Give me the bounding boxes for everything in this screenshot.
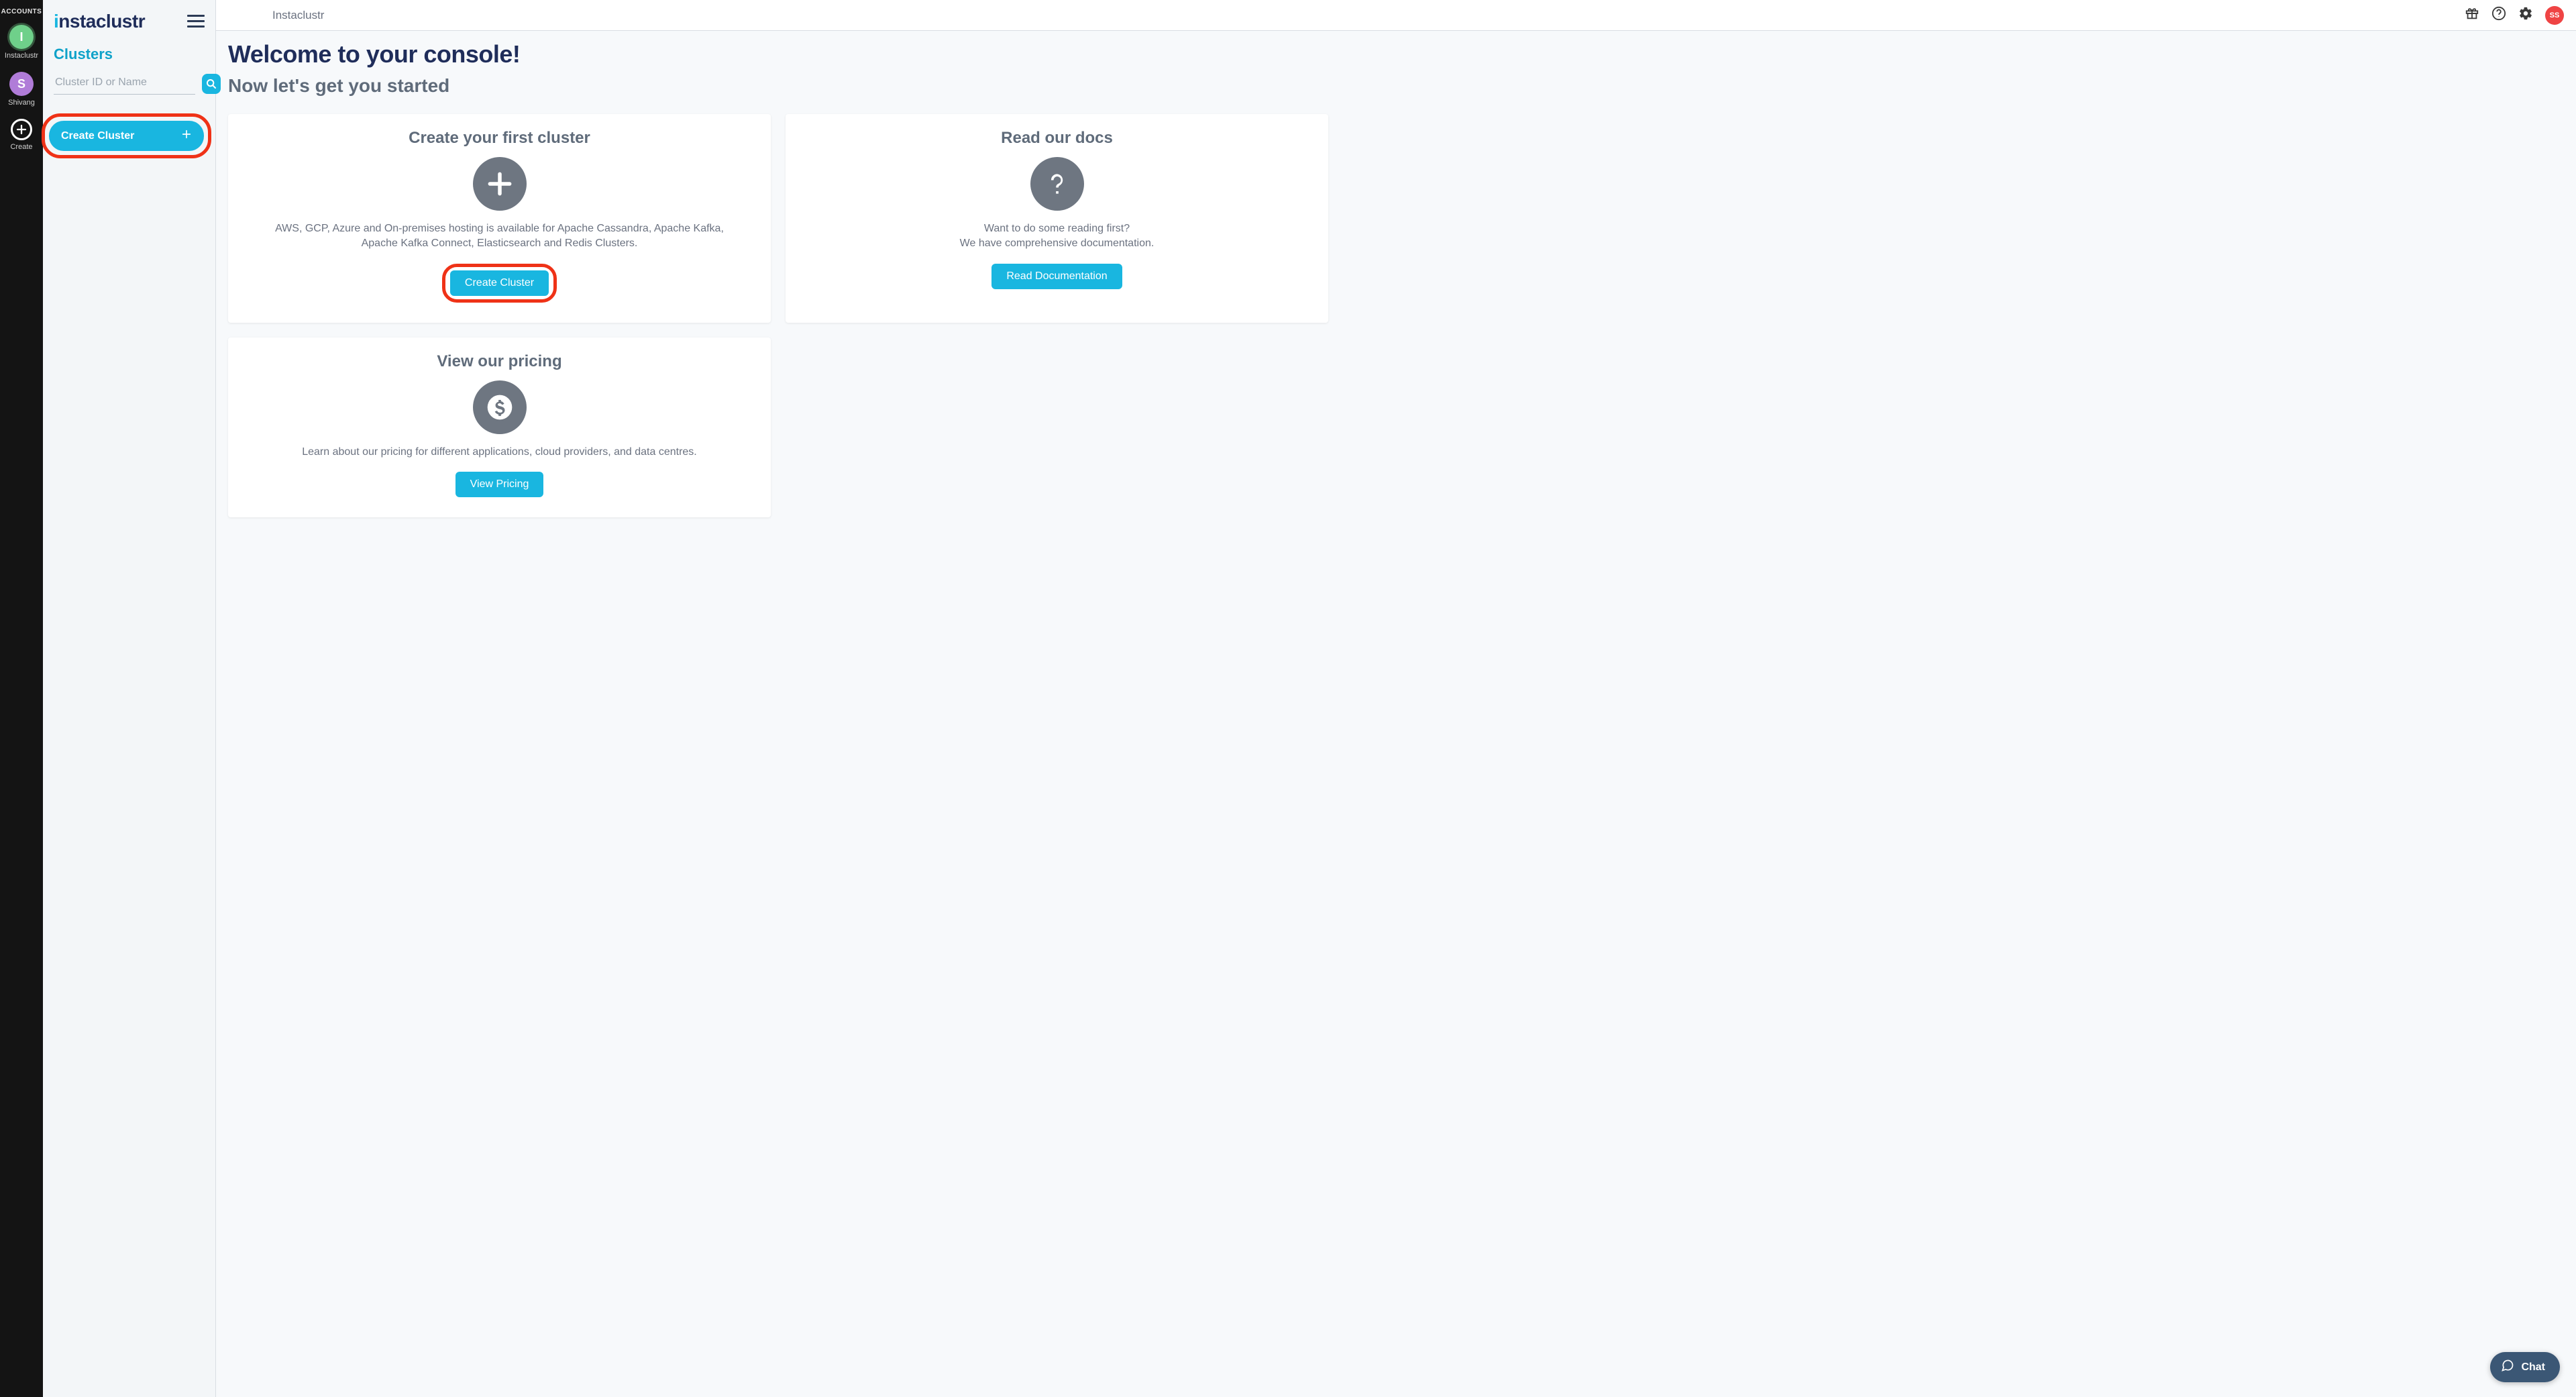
card-title: View our pricing: [437, 352, 561, 371]
accounts-rail-header: ACCOUNTS: [1, 8, 42, 15]
card-create-cluster: Create your first cluster AWS, GCP, Azur…: [228, 114, 771, 323]
plus-circle-icon: [473, 157, 527, 211]
create-cluster-label: Create Cluster: [61, 130, 134, 142]
topbar: Instaclustr SS: [216, 0, 2576, 31]
create-cluster-highlight: Create Cluster: [42, 113, 211, 158]
view-pricing-button[interactable]: View Pricing: [455, 472, 544, 497]
card-read-docs: Read our docs Want to do some reading fi…: [786, 114, 1328, 323]
card-body: Learn about our pricing for different ap…: [302, 445, 697, 460]
card-view-pricing: View our pricing Learn about our pricing…: [228, 338, 771, 517]
plus-icon: [11, 119, 32, 140]
account-avatar-shivang: S: [9, 72, 34, 96]
page-title: Welcome to your console!: [228, 40, 2564, 68]
create-cluster-card-button[interactable]: Create Cluster: [450, 270, 549, 296]
gift-icon[interactable]: [2465, 6, 2479, 24]
cluster-search-input[interactable]: [54, 72, 195, 95]
account-instaclustr[interactable]: I Instaclustr: [5, 25, 38, 60]
account-label: Instaclustr: [5, 52, 38, 60]
chat-label: Chat: [2521, 1361, 2545, 1374]
chat-button[interactable]: Chat: [2490, 1352, 2560, 1382]
card-title: Read our docs: [1001, 129, 1113, 148]
create-account-label: Create: [10, 143, 32, 151]
clusters-heading: Clusters: [54, 46, 205, 63]
question-icon: [1030, 157, 1084, 211]
main-area: Instaclustr SS Welcome to your console! …: [216, 0, 2576, 1397]
plus-icon: [181, 129, 192, 143]
logo[interactable]: instaclustr: [54, 11, 145, 32]
create-cluster-card-highlight: Create Cluster: [442, 264, 557, 303]
gear-icon[interactable]: [2518, 6, 2533, 24]
help-icon[interactable]: [2491, 6, 2506, 24]
dollar-icon: [473, 380, 527, 434]
account-avatar-instaclustr: I: [9, 25, 34, 49]
sidebar: instaclustr Clusters Create Cluster: [43, 0, 216, 1397]
accounts-rail: ACCOUNTS I Instaclustr S Shivang Create: [0, 0, 43, 1397]
read-documentation-button[interactable]: Read Documentation: [991, 264, 1122, 289]
account-shivang[interactable]: S Shivang: [8, 72, 35, 107]
user-avatar[interactable]: SS: [2545, 6, 2564, 25]
breadcrumb: Instaclustr: [272, 9, 324, 22]
card-title: Create your first cluster: [409, 129, 590, 148]
card-body: AWS, GCP, Azure and On-premises hosting …: [258, 221, 741, 252]
menu-icon[interactable]: [187, 15, 205, 28]
account-label: Shivang: [8, 99, 35, 107]
page-subtitle: Now let's get you started: [228, 75, 2564, 97]
chat-icon: [2501, 1359, 2514, 1376]
create-cluster-button[interactable]: Create Cluster: [49, 121, 204, 151]
create-account-button[interactable]: Create: [10, 119, 32, 151]
card-body: Want to do some reading first? We have c…: [960, 221, 1155, 252]
